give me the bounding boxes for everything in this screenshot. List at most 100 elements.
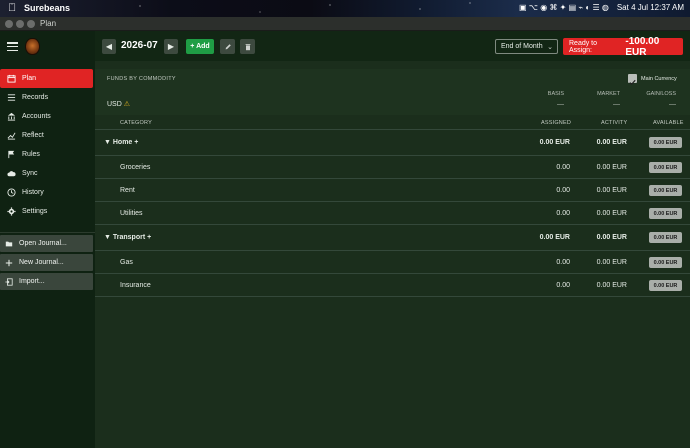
categories-table: CATEGORY ASSIGNED ACTIVITY AVAILABLE ▼ H… [95, 117, 690, 297]
main-content: ◀ 2026-07 ▶ + Add End of Month ⌄ Ready t… [95, 31, 690, 448]
basis-value: — [557, 101, 564, 108]
category-header: CATEGORY [120, 120, 152, 126]
assigned-cell[interactable]: 0.00 [556, 187, 570, 194]
close-window-button[interactable] [5, 20, 13, 28]
system-menu-bar:  Surebeans ▣ ⌥ ◉ ⌘ ✦ ▤ ⌁ ◐ ☰ ◍ Sat 4 Ju… [0, 0, 690, 17]
import-icon [5, 277, 13, 286]
gain-loss-header: GAIN/LOSS [646, 91, 676, 97]
table-row[interactable]: Groceries 0.00 0.00 EUR 0.00 EUR [95, 156, 690, 179]
chevron-down-icon: ⌄ [547, 44, 553, 51]
pencil-icon [225, 43, 231, 49]
next-month-button[interactable]: ▶ [164, 39, 178, 54]
basis-header: BASIS [547, 91, 564, 97]
group-name: ▼ Home + [104, 139, 138, 146]
available-badge: 0.00 EUR [649, 185, 682, 196]
sidebar-item-sync[interactable]: Sync [0, 164, 95, 183]
table-row[interactable]: Gas 0.00 0.00 EUR 0.00 EUR [95, 251, 690, 274]
category-group-transport[interactable]: ▼ Transport + 0.00 EUR 0.00 EUR 0.00 EUR [95, 225, 690, 251]
app-logo [25, 38, 40, 55]
cloud-icon [7, 169, 16, 178]
assigned-cell[interactable]: 0.00 [556, 210, 570, 217]
prev-month-button[interactable]: ◀ [102, 39, 116, 54]
activity-cell: 0.00 EUR [596, 139, 627, 146]
activity-cell: 0.00 EUR [596, 282, 627, 289]
funds-header: FUNDS BY COMMODITY [107, 76, 176, 82]
plan-toolbar: ◀ 2026-07 ▶ + Add End of Month ⌄ Ready t… [95, 31, 690, 61]
menubar-app-name[interactable]: Surebeans [24, 3, 70, 13]
menubar-clock[interactable]: Sat 4 Jul 12:37 AM [617, 3, 684, 12]
sidebar: Plan Records Accounts Reflect Rules Sync… [0, 31, 95, 448]
table-row[interactable]: Insurance 0.00 0.00 EUR 0.00 EUR [95, 274, 690, 297]
add-button[interactable]: + Add [186, 39, 214, 54]
gear-icon [7, 207, 16, 216]
available-badge: 0.00 EUR [649, 162, 682, 173]
currency-code: USD [107, 101, 122, 108]
add-category-icon[interactable]: + [134, 139, 138, 146]
main-currency-checkbox[interactable] [628, 74, 637, 86]
available-header: AVAILABLE [653, 120, 684, 126]
period-select[interactable]: End of Month ⌄ [495, 39, 558, 54]
zoom-window-button[interactable] [27, 20, 35, 28]
history-icon [7, 188, 16, 197]
main-currency-label: Main Currency [641, 76, 677, 82]
sidebar-item-plan[interactable]: Plan [0, 69, 93, 88]
edit-button[interactable] [220, 39, 235, 54]
group-label: Home [112, 139, 133, 146]
table-row[interactable]: Utilities 0.00 0.00 EUR 0.00 EUR [95, 202, 690, 225]
minimize-window-button[interactable] [16, 20, 24, 28]
sidebar-item-reflect[interactable]: Reflect [0, 126, 95, 145]
add-category-icon[interactable]: + [147, 234, 151, 241]
sidebar-item-label: Reflect [22, 132, 44, 139]
category-name: Rent [120, 187, 135, 194]
calendar-icon [7, 74, 16, 83]
delete-button[interactable] [240, 39, 255, 54]
import-button[interactable]: Import... [0, 273, 93, 290]
triangle-left-icon: ◀ [105, 42, 113, 51]
triangle-down-icon[interactable]: ▼ [104, 139, 113, 146]
assigned-cell[interactable]: 0.00 [556, 259, 570, 266]
sidebar-item-settings[interactable]: Settings [0, 202, 95, 221]
hamburger-menu-icon[interactable] [7, 42, 18, 52]
activity-cell: 0.00 EUR [596, 259, 627, 266]
ready-to-assign-amount: -100.00 EUR [625, 35, 660, 58]
sidebar-item-records[interactable]: Records [0, 88, 95, 107]
category-group-home[interactable]: ▼ Home + 0.00 EUR 0.00 EUR 0.00 EUR [95, 130, 690, 156]
check-icon [629, 79, 636, 86]
sidebar-item-label: Sync [22, 170, 38, 177]
sidebar-item-history[interactable]: History [0, 183, 95, 202]
triangle-down-icon[interactable]: ▼ [104, 234, 113, 241]
sidebar-divider [0, 232, 95, 233]
assigned-cell[interactable]: 0.00 [556, 282, 570, 289]
sidebar-item-label: Settings [22, 208, 48, 215]
journal-label: New Journal... [19, 259, 64, 266]
activity-cell: 0.00 EUR [596, 210, 627, 217]
list-icon [7, 93, 16, 102]
sidebar-item-accounts[interactable]: Accounts [0, 107, 95, 126]
gain-loss-value: — [669, 101, 676, 108]
table-row[interactable]: Rent 0.00 0.00 EUR 0.00 EUR [95, 179, 690, 202]
available-badge: 0.00 EUR [649, 257, 682, 268]
menubar-status: ▣ ⌥ ◉ ⌘ ✦ ▤ ⌁ ◐ ☰ ◍ Sat 4 Jul 12:37 AM [519, 3, 684, 12]
available-badge: 0.00 EUR [649, 137, 682, 148]
sidebar-item-label: Plan [22, 75, 37, 82]
period-value: End of Month [501, 43, 543, 50]
status-icons[interactable]: ▣ ⌥ ◉ ⌘ ✦ ▤ ⌁ ◐ ☰ ◍ [519, 3, 609, 12]
new-journal-button[interactable]: New Journal... [0, 254, 93, 271]
open-journal-button[interactable]: Open Journal... [0, 235, 93, 252]
sidebar-item-rules[interactable]: Rules [0, 145, 95, 164]
available-badge: 0.00 EUR [649, 280, 682, 291]
journal-label: Import... [19, 278, 45, 285]
flag-icon [7, 150, 16, 159]
currency-row: USD ⚠ [107, 100, 130, 108]
window-title: Plan [40, 19, 57, 28]
assigned-cell[interactable]: 0.00 [556, 164, 570, 171]
warning-icon: ⚠ [123, 101, 131, 108]
ready-to-assign-badge[interactable]: Ready to Assign: -100.00 EUR [563, 35, 683, 58]
apple-icon[interactable]:  [8, 2, 16, 14]
table-header: CATEGORY ASSIGNED ACTIVITY AVAILABLE [95, 117, 690, 130]
market-value: — [613, 101, 620, 108]
bank-icon [7, 112, 16, 121]
group-label: Transport [112, 234, 146, 241]
group-name: ▼ Transport + [104, 234, 151, 241]
market-header: MARKET [597, 91, 620, 97]
